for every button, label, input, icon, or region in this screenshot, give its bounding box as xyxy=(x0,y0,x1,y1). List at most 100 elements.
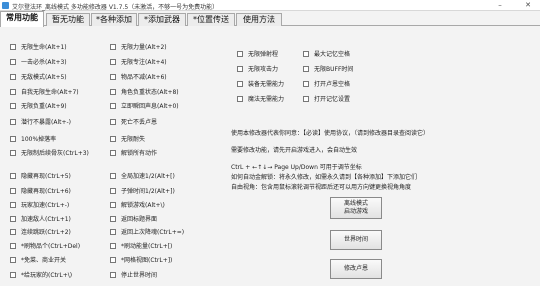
option-checkbox-opt-b-3[interactable]: 物品不减(Alt+6) xyxy=(110,72,167,81)
checkbox-label: 解锁所有动作 xyxy=(121,150,158,157)
checkbox-box[interactable] xyxy=(10,256,16,263)
checkbox-box[interactable] xyxy=(110,88,116,95)
option-checkbox-opt-a-8[interactable]: 无限制后续骨灰(CtrL+3) xyxy=(10,148,89,157)
checkbox-box[interactable] xyxy=(303,50,309,57)
option-checkbox-opt-a-3[interactable]: 无敌模式(Alt+5) xyxy=(10,72,67,81)
tab-various-add[interactable]: *各种添加 xyxy=(91,13,137,26)
option-checkbox-opt-b-4[interactable]: 角色负重状态(Alt+8) xyxy=(110,87,179,96)
option-checkbox-opt-d-2[interactable]: 无限BUFF时间 xyxy=(303,64,353,73)
option-checkbox-opt-a-11[interactable]: 玩家加速(CtrL+-) xyxy=(10,200,69,209)
checkbox-box[interactable] xyxy=(303,80,309,87)
option-checkbox-opt-b-16[interactable]: 停止世界时间 xyxy=(110,270,157,279)
option-checkbox-opt-a-7[interactable]: 100%掉落率 xyxy=(10,134,56,143)
option-checkbox-opt-c-3[interactable]: 装备无需能力 xyxy=(237,79,284,88)
option-checkbox-opt-d-3[interactable]: 打开卢恩空格 xyxy=(303,79,350,88)
checkbox-label: 连续跳跃(CtrL+2) xyxy=(21,229,71,236)
minimize-button[interactable]: – xyxy=(492,0,508,10)
checkbox-box[interactable] xyxy=(110,215,116,222)
checkbox-box[interactable] xyxy=(10,215,16,222)
checkbox-box[interactable] xyxy=(110,256,116,263)
tab-usage[interactable]: 使用方法 xyxy=(236,13,282,26)
checkbox-label: 子弹时间1/2(Alt+]) xyxy=(121,188,175,195)
option-checkbox-opt-a-15[interactable]: *免菜、商业开关 xyxy=(10,255,66,264)
checkbox-box[interactable] xyxy=(10,201,16,208)
checkbox-box[interactable] xyxy=(10,102,16,109)
tab-common-functions[interactable]: 常用功能 xyxy=(0,11,44,27)
checkbox-box[interactable] xyxy=(110,73,116,80)
edit-runes-button[interactable]: 修改卢恩 xyxy=(330,259,382,279)
checkbox-box[interactable] xyxy=(237,50,243,57)
tab-add-weapons[interactable]: *添加武器 xyxy=(138,13,186,26)
checkbox-box[interactable] xyxy=(10,88,16,95)
checkbox-label: 无限耐失 xyxy=(121,136,146,143)
checkbox-box[interactable] xyxy=(237,80,243,87)
option-checkbox-opt-b-6[interactable]: 死亡不丢卢恩 xyxy=(110,117,157,126)
checkbox-box[interactable] xyxy=(237,95,243,102)
checkbox-box[interactable] xyxy=(110,135,116,142)
checkbox-box[interactable] xyxy=(10,172,16,179)
option-checkbox-opt-b-12[interactable]: 返回标题界面 xyxy=(110,214,157,223)
option-checkbox-opt-c-4[interactable]: 魔法无需能力 xyxy=(237,94,284,103)
option-checkbox-opt-b-14[interactable]: *刷动能量(CtrL+[) xyxy=(110,241,172,250)
agreement-note: 使用本修改器代表你同意：【必读】使用协议，（请到修改器目录查阅读它） xyxy=(231,130,430,137)
checkbox-box[interactable] xyxy=(110,187,116,194)
world-time-button[interactable]: 世界时间 xyxy=(330,230,382,250)
checkbox-box[interactable] xyxy=(303,95,309,102)
checkbox-box[interactable] xyxy=(110,201,116,208)
checkbox-box[interactable] xyxy=(110,43,116,50)
checkbox-box[interactable] xyxy=(110,118,116,125)
option-checkbox-opt-b-1[interactable]: 无限力量(Alt+2) xyxy=(110,42,167,51)
tab-teleport[interactable]: *位置传送 xyxy=(187,13,235,26)
checkbox-box[interactable] xyxy=(10,271,16,278)
checkbox-box[interactable] xyxy=(10,73,16,80)
option-checkbox-opt-d-1[interactable]: 最大记忆空格 xyxy=(303,49,350,58)
option-checkbox-opt-a-4[interactable]: 自我无限生命(Alt+7) xyxy=(10,87,79,96)
option-checkbox-opt-a-5[interactable]: 无限负重(Alt+9) xyxy=(10,101,67,110)
option-checkbox-opt-a-2[interactable]: 一击必杀(Alt+3) xyxy=(10,57,67,66)
option-checkbox-opt-b-9[interactable]: 全局加速1/2(Alt+[) xyxy=(110,171,175,180)
option-checkbox-opt-a-1[interactable]: 无限生命(Alt+1) xyxy=(10,42,67,51)
checkbox-box[interactable] xyxy=(110,172,116,179)
option-checkbox-opt-b-5[interactable]: 立即瞬回声息(Alt+0) xyxy=(110,101,179,110)
option-checkbox-opt-b-2[interactable]: 无限专注(Alt+4) xyxy=(110,57,167,66)
checkbox-label: 打开记忆设置 xyxy=(314,96,351,103)
option-checkbox-opt-a-10[interactable]: 隐藏再现(CtrL+6) xyxy=(10,186,71,195)
option-checkbox-opt-a-6[interactable]: 潜行不暴露(Alt+-) xyxy=(10,117,71,126)
checkbox-box[interactable] xyxy=(10,149,16,156)
option-checkbox-opt-b-8[interactable]: 解锁所有动作 xyxy=(110,148,157,157)
option-checkbox-opt-a-12[interactable]: 加速敌人(CtrL+1) xyxy=(10,214,71,223)
offline-mode-launch-button[interactable]: 离线模式 启动游戏 xyxy=(330,197,382,219)
checkbox-label: 无限生命(Alt+1) xyxy=(21,44,67,51)
checkbox-box[interactable] xyxy=(10,242,16,249)
checkbox-box[interactable] xyxy=(303,65,309,72)
checkbox-box[interactable] xyxy=(110,228,116,235)
option-checkbox-opt-a-16[interactable]: *给玩家的(CtrL+\) xyxy=(10,270,72,279)
option-checkbox-opt-c-2[interactable]: 无限攻击力 xyxy=(237,64,278,73)
checkbox-box[interactable] xyxy=(10,228,16,235)
close-button[interactable]: ✕ xyxy=(520,0,536,10)
checkbox-box[interactable] xyxy=(10,118,16,125)
option-checkbox-opt-a-13[interactable]: 连续跳跃(CtrL+2) xyxy=(10,227,71,236)
checkbox-box[interactable] xyxy=(110,149,116,156)
option-checkbox-opt-a-9[interactable]: 隐藏再现(CtrL+5) xyxy=(10,171,71,180)
option-checkbox-opt-b-15[interactable]: *网格视图(CtrL+]) xyxy=(110,255,172,264)
checkbox-box[interactable] xyxy=(237,65,243,72)
checkbox-box[interactable] xyxy=(10,58,16,65)
option-checkbox-opt-b-11[interactable]: 解锁游戏(Alt+\) xyxy=(110,200,165,209)
checkbox-label: 角色负重状态(Alt+8) xyxy=(121,89,179,96)
option-checkbox-opt-b-7[interactable]: 无限耐失 xyxy=(110,134,145,143)
checkbox-label: 无限弹射程 xyxy=(248,51,279,58)
tab-no-functions[interactable]: 暂无功能 xyxy=(46,13,90,26)
checkbox-box[interactable] xyxy=(10,43,16,50)
checkbox-box[interactable] xyxy=(10,187,16,194)
option-checkbox-opt-d-4[interactable]: 打开记忆设置 xyxy=(303,94,350,103)
option-checkbox-opt-b-13[interactable]: 返回上次降魂(CtrL+=) xyxy=(110,227,184,236)
checkbox-box[interactable] xyxy=(110,58,116,65)
checkbox-box[interactable] xyxy=(110,271,116,278)
checkbox-box[interactable] xyxy=(110,102,116,109)
option-checkbox-opt-c-1[interactable]: 无限弹射程 xyxy=(237,49,278,58)
option-checkbox-opt-a-14[interactable]: *刷物品个(CtrL+Del) xyxy=(10,241,80,250)
checkbox-box[interactable] xyxy=(110,242,116,249)
option-checkbox-opt-b-10[interactable]: 子弹时间1/2(Alt+]) xyxy=(110,186,175,195)
checkbox-box[interactable] xyxy=(10,135,16,142)
